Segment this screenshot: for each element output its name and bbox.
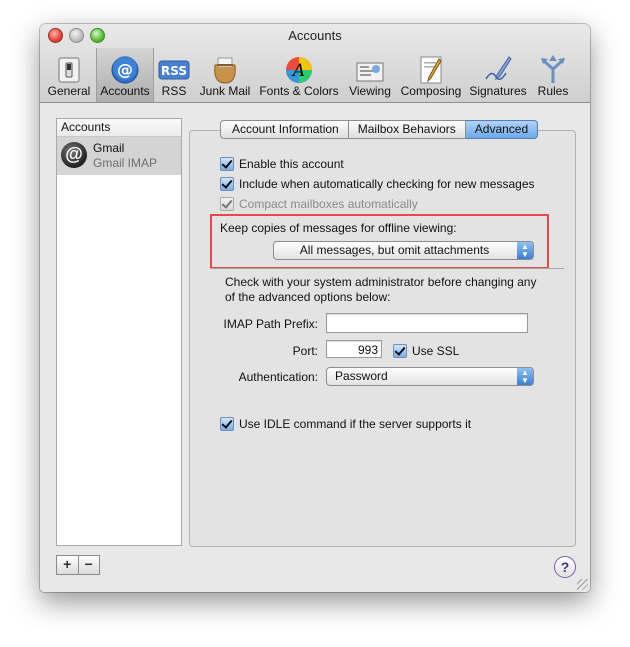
offline-viewing-popup[interactable]: All messages, but omit attachments ▲ ▼	[273, 241, 534, 260]
switch-icon	[58, 57, 80, 83]
include-checking-option[interactable]: Include when automatically checking for …	[220, 177, 535, 191]
port-label: Port:	[292, 344, 318, 358]
enable-account-checkbox[interactable]	[220, 157, 234, 171]
imap-prefix-label: IMAP Path Prefix:	[223, 317, 318, 331]
preferences-window: Accounts General @ Accounts RSS RSS Junk…	[40, 24, 590, 592]
toolbar-label: Junk Mail	[199, 84, 251, 98]
use-ssl-option[interactable]: Use SSL	[393, 344, 459, 358]
tab-advanced[interactable]: Advanced	[465, 120, 539, 139]
toolbar-item-composing[interactable]: Composing	[398, 50, 464, 100]
composing-icon	[420, 56, 442, 84]
remove-account-button[interactable]: −	[78, 555, 100, 575]
tab-bar: Account Information Mailbox Behaviors Ad…	[220, 120, 539, 139]
imap-prefix-field[interactable]	[326, 313, 528, 333]
use-ssl-label: Use SSL	[412, 344, 460, 358]
add-account-button[interactable]: +	[56, 555, 79, 575]
toolbar-label: Viewing	[349, 84, 391, 98]
add-remove-controls: + −	[56, 555, 100, 575]
port-field[interactable]: 993	[326, 340, 382, 358]
offline-viewing-value: All messages, but omit attachments	[299, 243, 490, 257]
resize-grip-icon[interactable]	[577, 579, 588, 590]
toolbar-item-junk-mail[interactable]: Junk Mail	[196, 50, 254, 100]
rules-icon	[541, 55, 565, 83]
signatures-icon	[485, 56, 512, 81]
include-checking-checkbox[interactable]	[220, 177, 234, 191]
junk-bag-icon	[214, 57, 236, 84]
toolbar-label: Accounts	[100, 84, 150, 98]
at-sign-icon: @	[111, 56, 139, 84]
toolbar-label: Fonts & Colors	[259, 84, 339, 98]
viewing-icon	[356, 62, 384, 82]
toolbar-item-general[interactable]: General	[46, 50, 92, 100]
toolbar-item-rss[interactable]: RSS RSS	[154, 50, 194, 100]
window-title: Accounts	[288, 28, 342, 43]
tab-mailbox-behaviors[interactable]: Mailbox Behaviors	[348, 120, 466, 139]
accounts-list: Accounts @ Gmail Gmail IMAP	[56, 118, 182, 546]
account-row-gmail[interactable]: @ Gmail Gmail IMAP	[57, 137, 181, 175]
use-ssl-checkbox[interactable]	[393, 344, 407, 358]
account-type: Gmail IMAP	[93, 156, 158, 170]
compact-mailboxes-checkbox	[220, 197, 234, 211]
section-divider	[210, 268, 564, 269]
fonts-colors-icon: A	[286, 57, 312, 83]
toolbar-item-signatures[interactable]: Signatures	[466, 50, 530, 100]
toolbar-item-fonts-colors[interactable]: A Fonts & Colors	[256, 50, 342, 100]
enable-account-option[interactable]: Enable this account	[220, 157, 344, 171]
help-button[interactable]: ?	[554, 556, 576, 578]
toolbar-label: Signatures	[469, 84, 527, 98]
popup-arrows-icon: ▲ ▼	[517, 242, 533, 259]
toolbar-item-rules[interactable]: Rules	[532, 50, 574, 100]
toolbar-item-viewing[interactable]: Viewing	[344, 50, 396, 100]
toolbar-item-accounts[interactable]: @ Accounts	[96, 48, 154, 102]
accounts-list-header: Accounts	[57, 119, 181, 137]
toolbar-label: Composing	[400, 84, 462, 98]
compact-mailboxes-option: Compact mailboxes automatically	[220, 197, 418, 211]
toolbar: Accounts General @ Accounts RSS RSS Junk…	[40, 24, 590, 103]
authentication-popup[interactable]: Password ▲ ▼	[326, 367, 534, 386]
toolbar-label: RSS	[161, 84, 187, 98]
toolbar-label: Rules	[537, 84, 569, 98]
toolbar-label: General	[47, 84, 91, 98]
svg-text:A: A	[291, 61, 305, 81]
tab-account-information[interactable]: Account Information	[220, 120, 349, 139]
rss-icon: RSS	[158, 60, 190, 80]
settings-panel	[189, 130, 576, 547]
account-name: Gmail	[93, 141, 125, 155]
include-checking-label: Include when automatically checking for …	[239, 177, 535, 191]
idle-label: Use IDLE command if the server supports …	[239, 417, 472, 431]
svg-text:RSS: RSS	[161, 64, 187, 78]
admin-note: Check with your system administrator bef…	[225, 275, 537, 304]
svg-text:@: @	[117, 60, 133, 79]
at-sign-icon: @	[61, 142, 87, 168]
authentication-label: Authentication:	[238, 370, 318, 384]
compact-mailboxes-label: Compact mailboxes automatically	[239, 197, 418, 211]
offline-viewing-label: Keep copies of messages for offline view…	[220, 221, 457, 235]
popup-arrows-icon: ▲ ▼	[517, 368, 533, 385]
enable-account-label: Enable this account	[239, 157, 344, 171]
idle-option[interactable]: Use IDLE command if the server supports …	[220, 417, 471, 431]
idle-checkbox[interactable]	[220, 417, 234, 431]
authentication-value: Password	[335, 369, 388, 383]
